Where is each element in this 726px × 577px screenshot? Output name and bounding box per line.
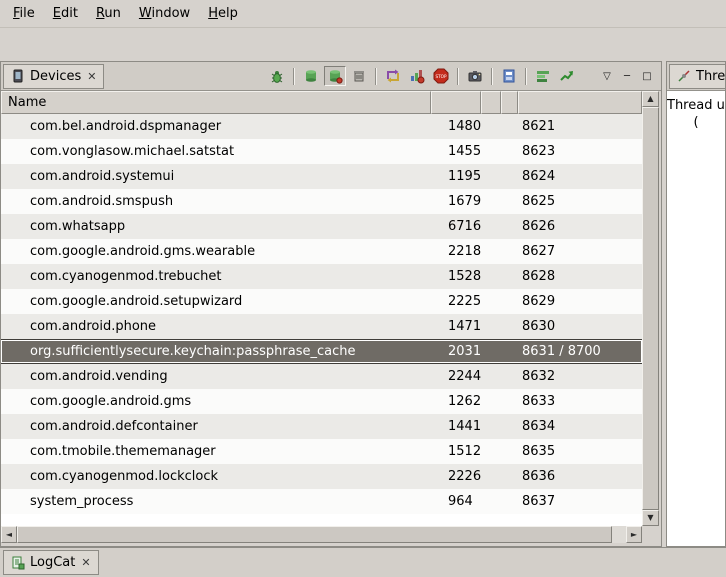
scroll-right-icon[interactable]: ► [626, 526, 642, 543]
update-threads-icon[interactable] [382, 66, 404, 86]
table-row[interactable]: com.bel.android.dspmanager14808621 [1, 114, 642, 139]
tab-devices-label: Devices [30, 69, 81, 84]
horizontal-scrollbar[interactable]: ◄ ► [1, 526, 642, 543]
dump-hprof-icon[interactable] [324, 66, 346, 86]
scroll-up-icon[interactable]: ▲ [642, 91, 659, 107]
scroll-down-icon[interactable]: ▼ [642, 510, 659, 526]
column-header-blank-1[interactable] [481, 91, 501, 114]
column-header-pid[interactable] [431, 91, 481, 114]
main-area: Devices ✕ [0, 61, 726, 547]
menu-help[interactable]: Help [199, 2, 247, 25]
table-row[interactable]: com.cyanogenmod.lockclock222658636 [1, 464, 642, 489]
toolbar-separator [525, 68, 527, 85]
horizontal-scrollbar-row: ◄ ► [1, 526, 661, 543]
logcat-tabbar: LogCat ✕ [0, 547, 726, 577]
table-row-selected[interactable]: org.sufficientlysecure.keychain:passphra… [1, 339, 642, 364]
tab-devices[interactable]: Devices ✕ [3, 64, 104, 89]
toolbar-separator [293, 68, 295, 85]
scroll-left-icon[interactable]: ◄ [1, 526, 17, 543]
horizontal-scrollbar-track[interactable] [612, 526, 626, 543]
update-heap-icon[interactable] [300, 66, 322, 86]
tab-logcat-label: LogCat [30, 555, 75, 570]
table-row[interactable]: com.cyanogenmod.trebuchet15288628 [1, 264, 642, 289]
systrace-icon[interactable] [532, 66, 554, 86]
table-row[interactable]: com.android.systemui11958624 [1, 164, 642, 189]
table-row[interactable]: com.vonglasow.michael.satstat145538623 [1, 139, 642, 164]
screen-capture-icon[interactable] [464, 66, 486, 86]
table-row[interactable]: com.android.smspush16798625 [1, 189, 642, 214]
tab-threads[interactable]: Threads [669, 64, 726, 89]
cause-gc-icon[interactable] [348, 66, 370, 86]
logcat-icon [11, 556, 25, 570]
devices-view: Devices ✕ [0, 61, 662, 547]
process-table: Name com.bel.android.dspmanager14808621 … [1, 91, 661, 526]
column-header-port[interactable] [518, 91, 642, 114]
menu-bar: File Edit Run Window Help [0, 0, 726, 27]
menu-edit[interactable]: Edit [44, 2, 87, 25]
opengl-trace-icon[interactable] [556, 66, 578, 86]
table-row[interactable]: com.google.android.gms.wearable221858627 [1, 239, 642, 264]
tab-threads-label: Threads [696, 69, 726, 84]
scrollbar-corner [642, 526, 659, 543]
table-header: Name [1, 91, 642, 114]
toolbar-separator [491, 68, 493, 85]
ddms-window: File Edit Run Window Help Devices ✕ [0, 0, 726, 577]
column-header-blank-2[interactable] [501, 91, 518, 114]
threads-message-line-2: ( [667, 114, 725, 131]
dump-view-hierarchy-icon[interactable] [498, 66, 520, 86]
main-toolbar [0, 27, 726, 61]
table-row[interactable]: com.google.android.gms126238633 [1, 389, 642, 414]
column-header-name[interactable]: Name [1, 91, 431, 114]
table-row[interactable]: com.google.android.setupwizard222508629 [1, 289, 642, 314]
tab-logcat-close-icon[interactable]: ✕ [80, 556, 90, 569]
tab-devices-close-icon[interactable]: ✕ [86, 70, 96, 83]
table-row[interactable]: com.whatsapp67168626 [1, 214, 642, 239]
minimize-icon[interactable]: ─ [618, 71, 636, 82]
vertical-scrollbar-thumb[interactable] [642, 107, 659, 510]
stop-process-icon[interactable]: STOP [430, 66, 452, 86]
toolbar-separator [457, 68, 459, 85]
threads-message-line-1: Thread up [667, 97, 725, 114]
threads-tabbar: Threads [667, 62, 725, 91]
menu-run[interactable]: Run [87, 2, 130, 25]
devices-view-toolbar: STOP [266, 66, 661, 86]
devices-tabbar: Devices ✕ [1, 62, 661, 91]
debug-process-icon[interactable] [266, 66, 288, 86]
threads-view: Threads Thread up ( [666, 61, 726, 547]
maximize-icon[interactable]: □ [638, 71, 656, 82]
horizontal-scrollbar-thumb[interactable] [17, 526, 612, 543]
table-row[interactable]: com.android.vending224408632 [1, 364, 642, 389]
view-menu-chevron-icon[interactable]: ▽ [598, 71, 616, 82]
threads-content: Thread up ( [667, 91, 725, 546]
tab-logcat[interactable]: LogCat ✕ [3, 550, 99, 575]
table-row[interactable]: system_process9648637 [1, 489, 642, 514]
table-row[interactable]: com.android.phone14718630 [1, 314, 642, 339]
process-list: com.bel.android.dspmanager14808621 com.v… [1, 114, 642, 526]
table-row[interactable]: com.android.defcontainer144118634 [1, 414, 642, 439]
device-icon [11, 69, 25, 83]
stop-icon-text: STOP [435, 74, 447, 79]
table-row[interactable]: com.tmobile.thememanager15128635 [1, 439, 642, 464]
threads-icon [677, 69, 691, 83]
menu-file[interactable]: File [4, 2, 44, 25]
toolbar-separator [375, 68, 377, 85]
vertical-scrollbar[interactable]: ▲ ▼ [642, 91, 659, 526]
menu-window[interactable]: Window [130, 2, 199, 25]
start-method-profiling-icon[interactable] [406, 66, 428, 86]
